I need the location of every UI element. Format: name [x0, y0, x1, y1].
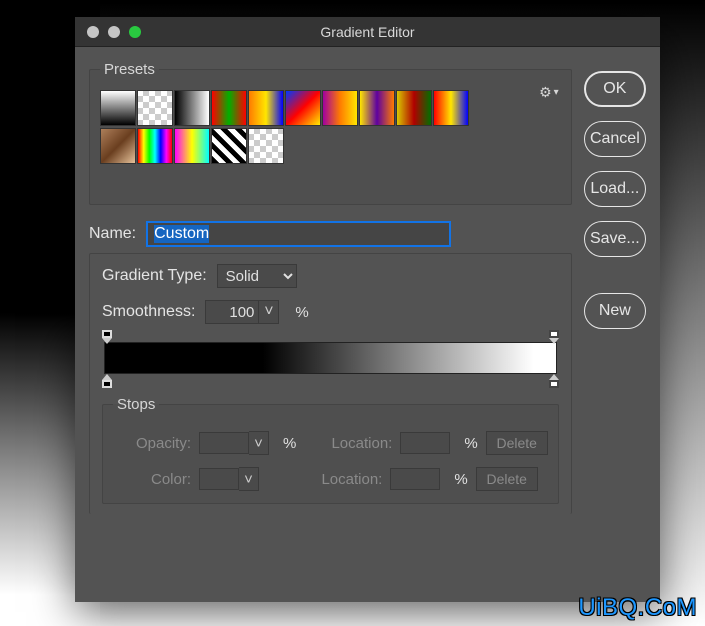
preset-swatch[interactable]: [137, 90, 173, 126]
smoothness-label: Smoothness:: [102, 303, 195, 321]
preset-swatch[interactable]: [285, 90, 321, 126]
color-stepper: ˅: [239, 467, 259, 491]
chevron-down-icon: ˅: [264, 303, 273, 321]
location-unit-2: %: [454, 471, 467, 488]
preset-swatch[interactable]: [174, 128, 210, 164]
preset-swatch[interactable]: [248, 128, 284, 164]
new-button[interactable]: New: [584, 293, 646, 329]
stops-panel: Stops Opacity: ˅ % Location: % Delete Co…: [102, 396, 559, 504]
color-label: Color:: [113, 471, 191, 488]
ok-button[interactable]: OK: [584, 71, 646, 107]
preset-swatch[interactable]: [211, 128, 247, 164]
preset-swatch[interactable]: [211, 90, 247, 126]
opacity-unit: %: [283, 435, 296, 452]
name-input[interactable]: [146, 221, 451, 247]
preset-swatch[interactable]: [100, 90, 136, 126]
preset-swatch[interactable]: [433, 90, 469, 126]
caret-down-icon: ▾: [554, 87, 559, 98]
gradient-editor-dialog: Gradient Editor Presets ⚙ ▾ Name: Gradie…: [75, 17, 660, 602]
preset-swatch[interactable]: [100, 128, 136, 164]
preset-swatch[interactable]: [396, 90, 432, 126]
opacity-stop-right[interactable]: [547, 330, 561, 344]
gradient-bar-area[interactable]: [104, 342, 557, 374]
gear-icon: ⚙: [539, 84, 552, 101]
gradient-bar[interactable]: [104, 342, 557, 374]
load-button[interactable]: Load...: [584, 171, 646, 207]
location-label-2: Location:: [294, 471, 382, 488]
gradient-type-label: Gradient Type:: [102, 267, 207, 285]
opacity-stop-left[interactable]: [100, 330, 114, 344]
opacity-location-input: [400, 432, 450, 454]
preset-swatch[interactable]: [137, 128, 173, 164]
location-unit-1: %: [464, 435, 477, 452]
opacity-input: [199, 432, 249, 454]
gradient-type-panel: Gradient Type: Solid Smoothness: ˅ %: [89, 253, 572, 514]
color-stop-left[interactable]: [100, 374, 114, 388]
preset-swatch[interactable]: [359, 90, 395, 126]
gradient-type-select[interactable]: Solid: [217, 264, 297, 288]
dialog-titlebar: Gradient Editor: [75, 17, 660, 47]
smoothness-input[interactable]: [205, 300, 259, 324]
preset-swatch[interactable]: [174, 90, 210, 126]
opacity-stepper: ˅: [249, 431, 269, 455]
cancel-button[interactable]: Cancel: [584, 121, 646, 157]
watermark: UiBQ.CoM: [578, 594, 697, 622]
color-delete-button: Delete: [476, 467, 538, 491]
presets-menu-button[interactable]: ⚙ ▾: [539, 84, 559, 101]
presets-label: Presets: [100, 61, 159, 78]
color-stop-right[interactable]: [547, 374, 561, 388]
opacity-label: Opacity:: [113, 435, 191, 452]
name-label: Name:: [89, 225, 136, 243]
color-swatch: [199, 468, 239, 490]
color-location-input: [390, 468, 440, 490]
location-label-1: Location:: [304, 435, 392, 452]
presets-panel: Presets ⚙ ▾: [89, 61, 572, 205]
smoothness-stepper[interactable]: ˅: [259, 300, 279, 324]
preset-swatch[interactable]: [248, 90, 284, 126]
dialog-title: Gradient Editor: [75, 24, 660, 40]
opacity-delete-button: Delete: [486, 431, 548, 455]
smoothness-unit: %: [295, 304, 308, 321]
preset-swatch[interactable]: [322, 90, 358, 126]
save-button[interactable]: Save...: [584, 221, 646, 257]
stops-legend: Stops: [113, 396, 159, 413]
